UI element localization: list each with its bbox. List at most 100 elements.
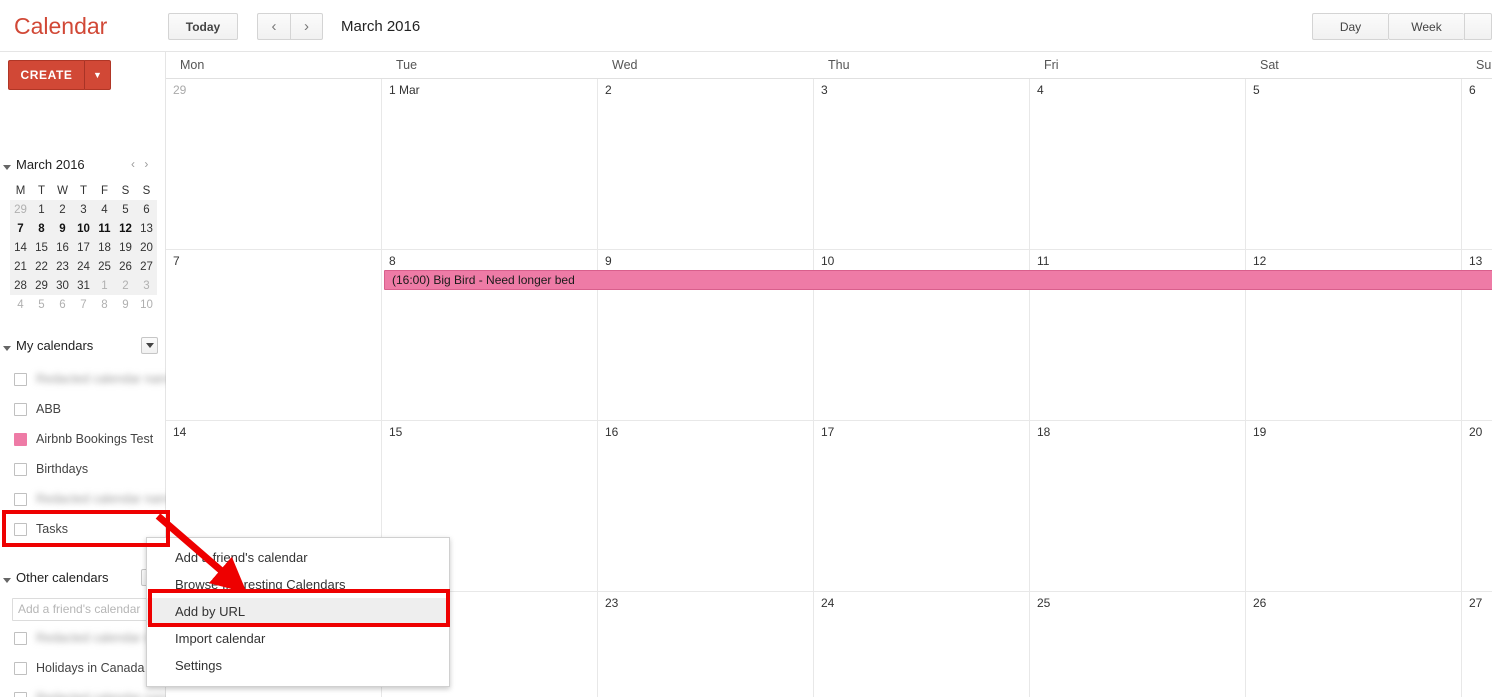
mini-calendar-day[interactable]: 22 xyxy=(31,257,52,276)
calendar-day-cell[interactable]: 2 xyxy=(598,79,814,250)
mini-calendar-day[interactable]: 1 xyxy=(94,276,115,295)
calendar-checkbox[interactable] xyxy=(14,492,27,506)
mini-calendar-day[interactable]: 8 xyxy=(31,219,52,238)
mini-calendar-day[interactable]: 4 xyxy=(10,295,31,314)
caret-down-icon[interactable] xyxy=(3,578,11,583)
calendar-day-cell[interactable]: 27 xyxy=(1462,592,1492,697)
mini-calendar-day[interactable]: 7 xyxy=(10,219,31,238)
mini-calendar-week-row[interactable]: 29 1 2 3 4 5 6 xyxy=(10,200,157,219)
calendar-day-cell[interactable]: 18 xyxy=(1030,421,1246,592)
chevron-left-icon[interactable]: ‹ xyxy=(257,13,290,40)
calendar-checkbox[interactable] xyxy=(14,372,27,386)
caret-down-icon[interactable]: ▼ xyxy=(85,60,111,90)
mini-calendar-day[interactable]: 17 xyxy=(73,238,94,257)
mini-calendar-day[interactable]: 26 xyxy=(115,257,136,276)
tab-week-view[interactable]: Week xyxy=(1388,13,1464,40)
caret-down-icon[interactable] xyxy=(3,165,11,170)
calendar-day-cell[interactable]: 5 xyxy=(1246,79,1462,250)
calendar-day-cell[interactable]: 20 xyxy=(1462,421,1492,592)
other-calendar-item[interactable]: Redacted calendar name xyxy=(0,683,176,697)
mini-calendar-day[interactable]: 5 xyxy=(31,295,52,314)
chevron-left-icon[interactable]: ‹ xyxy=(128,157,138,171)
menu-item-import-calendar[interactable]: Import calendar xyxy=(147,625,449,652)
my-calendars-menu-button[interactable] xyxy=(141,337,158,354)
mini-calendar-day[interactable]: 2 xyxy=(52,200,73,219)
mini-calendar-day[interactable]: 13 xyxy=(136,219,157,238)
tab-more-views[interactable] xyxy=(1464,13,1492,40)
mini-calendar-week-row[interactable]: 21 22 23 24 25 26 27 xyxy=(10,257,157,276)
calendar-checkbox[interactable] xyxy=(14,661,27,675)
menu-item-settings[interactable]: Settings xyxy=(147,652,449,679)
calendar-day-cell[interactable]: 16 xyxy=(598,421,814,592)
mini-calendar-day[interactable]: 14 xyxy=(10,238,31,257)
calendar-day-cell[interactable]: 17 xyxy=(814,421,1030,592)
mini-calendar-day[interactable]: 12 xyxy=(115,219,136,238)
other-calendar-item[interactable]: Redacted calendar name xyxy=(0,623,176,653)
mini-calendar-day[interactable]: 5 xyxy=(115,200,136,219)
calendar-checkbox[interactable] xyxy=(14,462,27,476)
mini-calendar-day[interactable]: 18 xyxy=(94,238,115,257)
calendar-day-cell[interactable]: 3 xyxy=(814,79,1030,250)
my-calendar-item[interactable]: Redacted calendar name xyxy=(0,484,176,514)
mini-calendar-day[interactable]: 24 xyxy=(73,257,94,276)
mini-calendar-day[interactable]: 2 xyxy=(115,276,136,295)
calendar-day-cell[interactable]: 1 Mar xyxy=(382,79,598,250)
mini-calendar-day[interactable]: 9 xyxy=(115,295,136,314)
today-button[interactable]: Today xyxy=(168,13,238,40)
mini-calendar-day[interactable]: 6 xyxy=(136,200,157,219)
other-calendar-item[interactable]: Holidays in Canada xyxy=(0,653,166,683)
calendar-day-cell[interactable]: 29 xyxy=(166,79,382,250)
chevron-right-icon[interactable]: › xyxy=(141,157,151,171)
calendar-day-cell[interactable]: 6 xyxy=(1462,79,1492,250)
mini-calendar-day[interactable]: 23 xyxy=(52,257,73,276)
app-logo[interactable]: Calendar xyxy=(14,13,107,40)
mini-calendar-day[interactable]: 11 xyxy=(94,219,115,238)
my-calendar-item[interactable]: Redacted calendar name xyxy=(0,364,176,394)
mini-calendar-day[interactable]: 25 xyxy=(94,257,115,276)
mini-calendar-day[interactable]: 10 xyxy=(73,219,94,238)
mini-calendar-day[interactable]: 3 xyxy=(73,200,94,219)
mini-calendar-day[interactable]: 6 xyxy=(52,295,73,314)
mini-calendar-day[interactable]: 21 xyxy=(10,257,31,276)
mini-calendar-day[interactable]: 31 xyxy=(73,276,94,295)
calendar-day-cell[interactable]: 7 xyxy=(166,250,382,421)
mini-calendar-day[interactable]: 15 xyxy=(31,238,52,257)
calendar-checkbox[interactable] xyxy=(14,432,27,446)
mini-calendar-week-row[interactable]: 28 29 30 31 1 2 3 xyxy=(10,276,157,295)
mini-calendar-day[interactable]: 3 xyxy=(136,276,157,295)
mini-calendar-week-row[interactable]: 4 5 6 7 8 9 10 xyxy=(10,295,157,314)
mini-calendar-day[interactable]: 29 xyxy=(31,276,52,295)
mini-calendar-week-row[interactable]: 14 15 16 17 18 19 20 xyxy=(10,238,157,257)
mini-calendar-day[interactable]: 30 xyxy=(52,276,73,295)
mini-calendar-day[interactable]: 4 xyxy=(94,200,115,219)
my-calendar-item[interactable]: Airbnb Bookings Test xyxy=(0,424,166,454)
my-calendar-item[interactable]: ABB xyxy=(0,394,166,424)
mini-calendar-day[interactable]: 8 xyxy=(94,295,115,314)
add-friend-calendar-input[interactable]: Add a friend's calendar xyxy=(12,598,152,621)
menu-item-browse-interesting-calendars[interactable]: Browse Interesting Calendars xyxy=(147,571,449,598)
mini-calendar-day[interactable]: 19 xyxy=(115,238,136,257)
mini-calendar-day[interactable]: 27 xyxy=(136,257,157,276)
mini-calendar-week-row[interactable]: 7 8 9 10 11 12 13 xyxy=(10,219,157,238)
calendar-day-cell[interactable]: 25 xyxy=(1030,592,1246,697)
chevron-right-icon[interactable]: › xyxy=(290,13,323,40)
my-calendar-item[interactable]: Birthdays xyxy=(0,454,166,484)
calendar-event[interactable]: (16:00) Big Bird - Need longer bed xyxy=(384,270,1492,290)
mini-calendar-day[interactable]: 29 xyxy=(10,200,31,219)
create-button[interactable]: CREATE xyxy=(8,60,85,90)
mini-calendar-day[interactable]: 9 xyxy=(52,219,73,238)
mini-calendar-day[interactable]: 28 xyxy=(10,276,31,295)
menu-item-add-by-url[interactable]: Add by URL xyxy=(147,598,449,625)
menu-item-add-a-friend-s-calendar[interactable]: Add a friend's calendar xyxy=(147,544,449,571)
calendar-day-cell[interactable]: 23 xyxy=(598,592,814,697)
mini-calendar-day[interactable]: 20 xyxy=(136,238,157,257)
caret-down-icon[interactable] xyxy=(3,346,11,351)
calendar-day-cell[interactable]: 19 xyxy=(1246,421,1462,592)
mini-calendar-day[interactable]: 16 xyxy=(52,238,73,257)
my-calendar-item[interactable]: Tasks xyxy=(0,514,166,544)
calendar-day-cell[interactable]: 4 xyxy=(1030,79,1246,250)
mini-calendar-day[interactable]: 7 xyxy=(73,295,94,314)
calendar-checkbox[interactable] xyxy=(14,402,27,416)
calendar-checkbox[interactable] xyxy=(14,691,27,697)
calendar-day-cell[interactable]: 24 xyxy=(814,592,1030,697)
